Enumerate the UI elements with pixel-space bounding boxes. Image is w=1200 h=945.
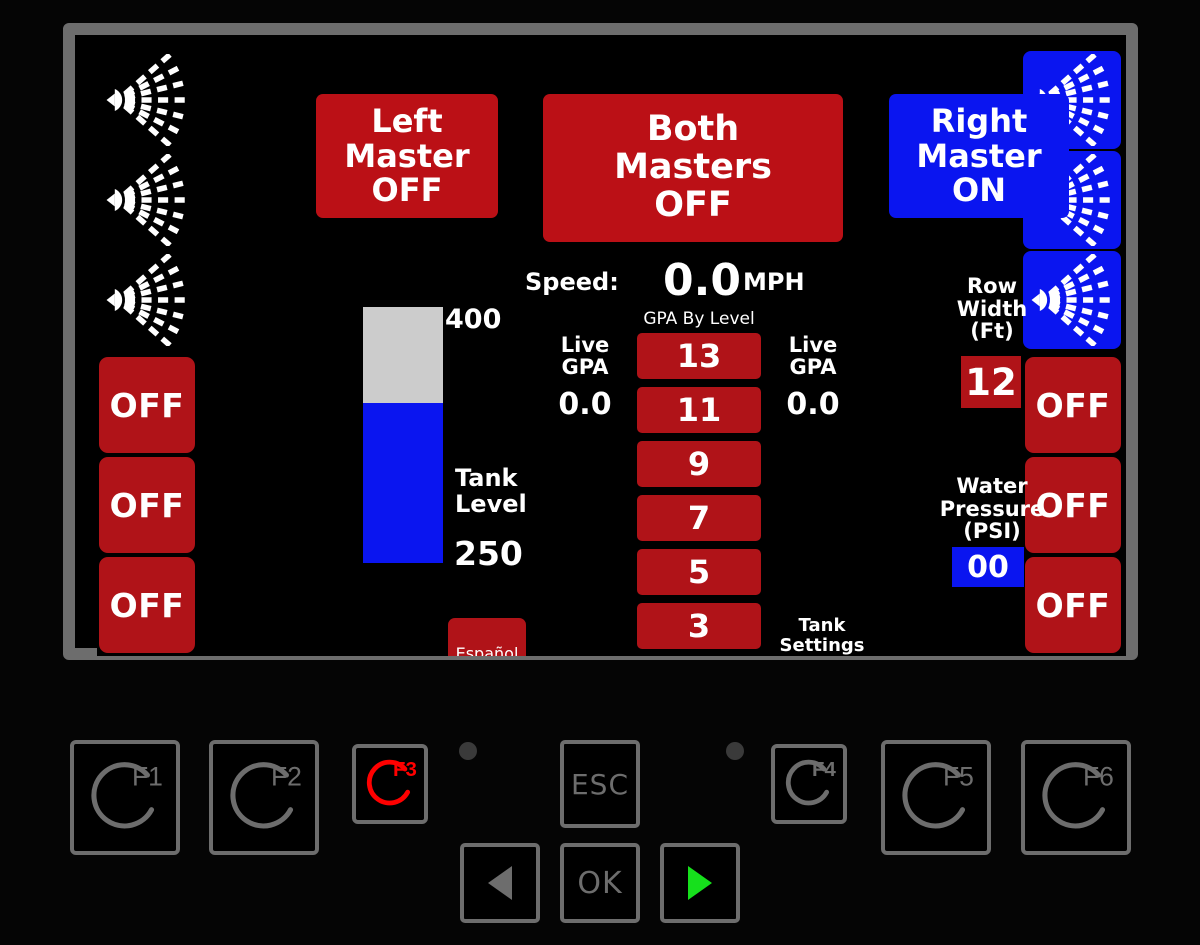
live-gpa-left-label: Live GPA bbox=[560, 333, 610, 380]
section-button-left-2[interactable]: OFF bbox=[99, 457, 195, 553]
live-gpa-left-value: 0.0 bbox=[558, 387, 612, 422]
tank-level-label: Tank Level bbox=[455, 464, 527, 518]
svg-text:F5: F5 bbox=[943, 761, 974, 791]
section-button-left-3[interactable]: OFF bbox=[99, 557, 195, 653]
nav-left-button[interactable] bbox=[460, 843, 540, 923]
gpa-level-button-2[interactable]: 11 bbox=[637, 387, 761, 433]
tank-max-label: 400 bbox=[445, 304, 502, 335]
svg-text:F6: F6 bbox=[1083, 761, 1114, 791]
tank-settings-label[interactable]: Tank Settings bbox=[769, 616, 875, 656]
tank-current-value: 250 bbox=[454, 534, 523, 573]
monitor-bezel: OFF OFF OFF OFF OFF OFF Left Master OFF Bo… bbox=[63, 23, 1138, 660]
section-button-left-1[interactable]: OFF bbox=[99, 357, 195, 453]
gpa-by-level-title: GPA By Level bbox=[643, 309, 755, 329]
function-key-f6[interactable]: F6 bbox=[1021, 740, 1131, 855]
nozzle-icon-left-1 bbox=[98, 51, 196, 149]
svg-text:F4: F4 bbox=[812, 759, 836, 781]
tank-level-fill bbox=[363, 403, 443, 563]
gpa-level-button-3[interactable]: 9 bbox=[637, 441, 761, 487]
esc-key[interactable]: ESC bbox=[560, 740, 640, 828]
nozzle-icon-left-3 bbox=[98, 251, 196, 349]
tank-level-gauge bbox=[363, 307, 443, 563]
speed-readout: Speed: 0.0 MPH bbox=[525, 255, 825, 306]
espanol-button[interactable]: Español bbox=[448, 618, 526, 656]
right-master-button[interactable]: Right Master ON bbox=[889, 94, 1069, 218]
gpa-level-button-5[interactable]: 5 bbox=[637, 549, 761, 595]
arrow-right-icon bbox=[688, 866, 712, 900]
live-gpa-right-label: Live GPA bbox=[788, 333, 838, 380]
function-key-f2[interactable]: F2 bbox=[209, 740, 319, 855]
section-button-right-3[interactable]: OFF bbox=[1025, 557, 1121, 653]
svg-text:F3: F3 bbox=[393, 759, 417, 781]
svg-text:F2: F2 bbox=[271, 761, 302, 791]
function-key-f4[interactable]: F4 bbox=[771, 744, 847, 824]
gpa-level-button-1[interactable]: 13 bbox=[637, 333, 761, 379]
gpa-level-button-4[interactable]: 7 bbox=[637, 495, 761, 541]
arrow-left-icon bbox=[488, 866, 512, 900]
sprayer-control-panel: OFF OFF OFF OFF OFF OFF Left Master OFF Bo… bbox=[0, 0, 1200, 945]
nozzle-icon-left-2 bbox=[98, 151, 196, 249]
led-indicator-right bbox=[726, 742, 744, 760]
function-key-f3[interactable]: F3 bbox=[352, 744, 428, 824]
speed-label: Speed: bbox=[525, 268, 619, 296]
row-width-label: Row Width (Ft) bbox=[956, 274, 1028, 344]
function-key-f1[interactable]: F1 bbox=[70, 740, 180, 855]
led-indicator-left bbox=[459, 742, 477, 760]
function-key-f5[interactable]: F5 bbox=[881, 740, 991, 855]
monitor-screen: OFF OFF OFF OFF OFF OFF Left Master OFF Bo… bbox=[97, 51, 1126, 656]
nav-ok-button[interactable]: OK bbox=[560, 843, 640, 923]
speed-unit: MPH bbox=[743, 268, 805, 296]
nav-right-button[interactable] bbox=[660, 843, 740, 923]
water-pressure-label: Water Pressure (PSI) bbox=[939, 474, 1045, 544]
section-button-right-1[interactable]: OFF bbox=[1025, 357, 1121, 453]
row-width-value[interactable]: 12 bbox=[961, 356, 1021, 408]
ok-label: OK bbox=[577, 865, 623, 901]
both-masters-button[interactable]: Both Masters OFF bbox=[543, 94, 843, 242]
live-gpa-right-value: 0.0 bbox=[786, 387, 840, 422]
left-master-button[interactable]: Left Master OFF bbox=[316, 94, 498, 218]
water-pressure-value: 00 bbox=[952, 547, 1024, 587]
svg-text:F1: F1 bbox=[132, 761, 163, 791]
speed-value: 0.0 bbox=[663, 255, 741, 306]
gpa-level-button-6[interactable]: 3 bbox=[637, 603, 761, 649]
